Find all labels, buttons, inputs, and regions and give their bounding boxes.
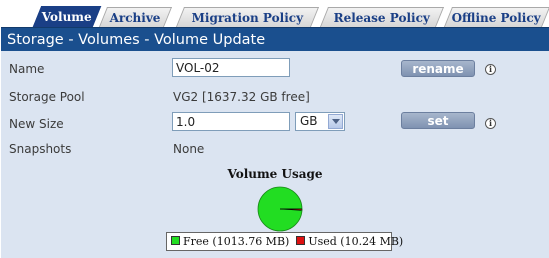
size-unit-value: GB [300,114,318,128]
tab-offline-policy-label: Offline Policy [452,11,542,25]
legend-used: Used (10.24 MB) [308,235,404,248]
tab-bar: Volume Archive Migration Policy Release … [0,0,549,27]
tab-release-policy[interactable]: Release Policy [319,7,445,27]
name-label: Name [9,62,45,76]
name-input[interactable] [172,58,290,77]
size-info-icon[interactable]: i [485,118,496,129]
chart-title: Volume Usage [227,167,323,181]
storage-pool-label: Storage Pool [9,90,85,104]
usage-pie-chart [257,186,303,232]
legend-swatch-used [296,236,306,245]
tab-release-policy-label: Release Policy [333,11,430,25]
chart-legend: Free (1013.76 MB) Used (10.24 MB) [166,232,403,251]
size-unit-select[interactable]: GB [295,112,345,131]
chevron-down-icon[interactable] [328,114,343,129]
tab-archive-label: Archive [109,11,161,25]
tab-offline-policy[interactable]: Offline Policy [443,7,549,27]
storage-pool-value: VG2 [1637.32 GB free] [173,90,310,104]
rename-button[interactable]: rename [401,60,475,77]
name-info-icon[interactable]: i [485,64,496,75]
snapshots-label: Snapshots [9,142,72,156]
new-size-label: New Size [9,117,64,131]
tab-migration-policy-label: Migration Policy [191,11,303,25]
legend-swatch-free [171,236,180,245]
tab-migration-policy[interactable]: Migration Policy [175,7,320,27]
tab-archive[interactable]: Archive [98,7,173,27]
snapshots-value: None [173,142,205,156]
tab-volume-label: Volume [41,10,92,24]
tab-volume[interactable]: Volume [32,6,102,27]
volume-update-panel: Name rename i Storage Pool VG2 [1637.32 … [1,51,549,258]
set-button[interactable]: set [401,112,475,129]
new-size-input[interactable] [172,112,290,131]
legend-free: Free (1013.76 MB) [183,235,290,248]
page-title: Storage - Volumes - Volume Update [1,27,549,51]
